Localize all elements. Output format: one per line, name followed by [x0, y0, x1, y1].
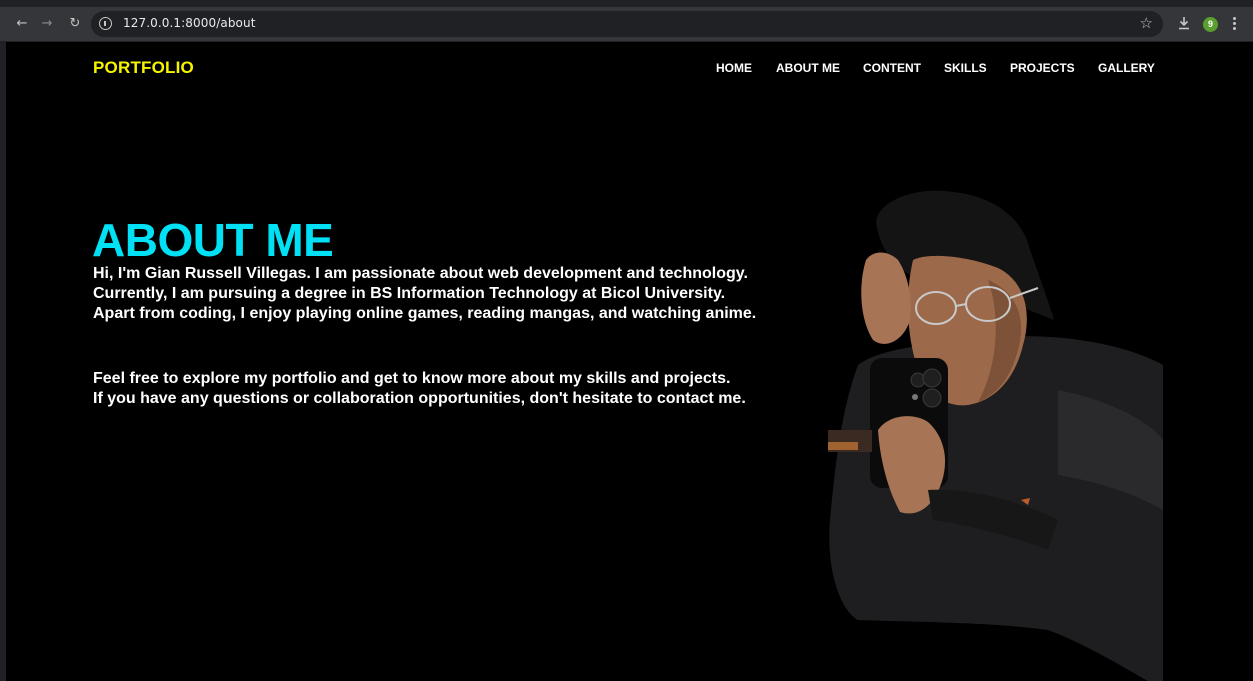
nav-link-projects[interactable]: PROJECTS — [1010, 61, 1075, 75]
site-navigation: HOME ABOUT ME CONTENT SKILLS PROJECTS GA… — [6, 61, 1253, 77]
star-icon[interactable]: ☆ — [1140, 14, 1153, 32]
browser-window: ← → ↻ 127.0.0.1:8000/about ☆ 9 PORTFOLIO… — [0, 0, 1253, 681]
about-contact-line: Feel free to explore my portfolio and ge… — [93, 370, 731, 387]
browser-toolbar: ← → ↻ 127.0.0.1:8000/about ☆ 9 — [0, 7, 1253, 41]
about-intro-line: Apart from coding, I enjoy playing onlin… — [93, 305, 757, 322]
reload-icon[interactable]: ↻ — [67, 16, 83, 32]
about-intro-line: Currently, I am pursuing a degree in BS … — [93, 285, 726, 302]
about-intro-paragraph: Hi, I'm Gian Russell Villegas. I am pass… — [93, 264, 756, 324]
nav-link-home[interactable]: HOME — [716, 61, 752, 75]
page-viewport: PORTFOLIO HOME ABOUT ME CONTENT SKILLS P… — [6, 42, 1253, 681]
about-heading: ABOUT ME — [92, 214, 334, 266]
profile-portrait-image — [828, 190, 1163, 681]
nav-link-about[interactable]: ABOUT ME — [776, 61, 840, 75]
nav-link-skills[interactable]: SKILLS — [944, 61, 987, 75]
nav-link-gallery[interactable]: GALLERY — [1098, 61, 1155, 75]
url-text[interactable]: 127.0.0.1:8000/about — [123, 16, 256, 30]
about-contact-paragraph: Feel free to explore my portfolio and ge… — [93, 369, 746, 409]
info-icon[interactable] — [99, 17, 112, 30]
vertical-dots-menu-icon[interactable] — [1233, 17, 1237, 31]
about-intro-line: Hi, I'm Gian Russell Villegas. I am pass… — [93, 265, 748, 282]
nav-link-content[interactable]: CONTENT — [863, 61, 921, 75]
about-contact-line: If you have any questions or collaborati… — [93, 390, 746, 407]
back-arrow-icon[interactable]: ← — [14, 16, 30, 32]
address-bar[interactable]: 127.0.0.1:8000/about ☆ — [91, 11, 1163, 37]
download-icon[interactable] — [1178, 16, 1190, 30]
forward-arrow-icon[interactable]: → — [39, 16, 55, 32]
profile-avatar[interactable]: 9 — [1203, 17, 1218, 32]
